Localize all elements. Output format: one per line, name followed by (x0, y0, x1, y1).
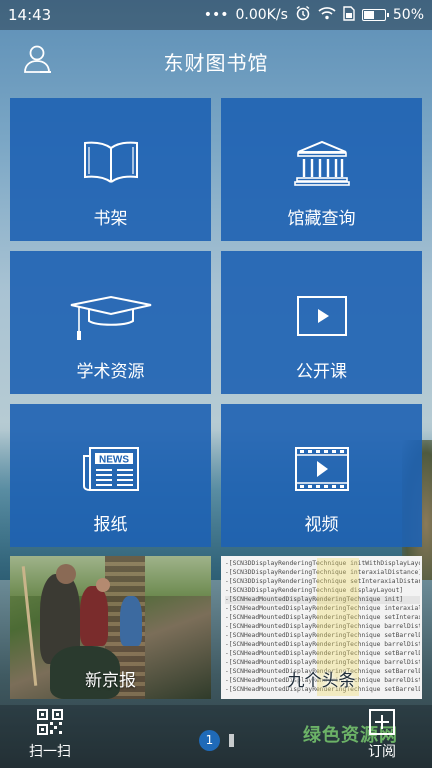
bottom-bar: 扫一扫 1 绿色资源网 订阅 (0, 705, 432, 768)
tile-newspaper-label: 报纸 (93, 515, 128, 535)
tile-video-label: 视频 (304, 515, 339, 535)
page-title: 东财图书馆 (163, 50, 269, 75)
wifi-icon (318, 6, 336, 24)
feature-tile-xinjingbao[interactable]: 新京报 (10, 556, 211, 699)
status-indicators: ••• 0.00K/s 50% (204, 5, 424, 25)
tile-newspaper[interactable]: NEWS 报纸 (10, 404, 211, 547)
qr-code-icon (20, 709, 80, 735)
film-video-icon (294, 446, 350, 496)
battery-icon (361, 9, 389, 21)
tile-video[interactable]: 视频 (221, 404, 422, 547)
status-time: 14:43 (8, 6, 52, 24)
battery-percent: 50% (392, 7, 424, 23)
play-screen-icon (296, 295, 348, 341)
tile-academic-resources-label: 学术资源 (76, 362, 145, 382)
status-bar: 14:43 ••• 0.00K/s 50% (0, 0, 432, 30)
news-icon-text: NEWS (99, 455, 129, 466)
user-profile-icon[interactable] (22, 43, 54, 75)
tile-academic-resources[interactable]: 学术资源 (10, 251, 211, 394)
sim-card-icon (343, 5, 355, 25)
feature-tile-xinjingbao-label: 新京报 (85, 671, 136, 691)
newspaper-icon: NEWS (82, 446, 140, 496)
subscribe-button[interactable]: 订阅 (352, 709, 412, 765)
tile-open-course[interactable]: 公开课 (221, 251, 422, 394)
feature-tile-jiuge-toutiao-label: 九个头条 (287, 671, 356, 691)
tile-collection-search-label: 馆藏查询 (287, 209, 356, 229)
tile-bookshelf-label: 书架 (93, 209, 128, 229)
feature-tile-jiuge-toutiao[interactable]: -[SCN3DDisplayRenderingTechnique initWit… (221, 556, 422, 699)
app-header: 东财图书馆 (0, 30, 432, 92)
open-book-icon (82, 140, 140, 188)
tile-open-course-label: 公开课 (296, 362, 347, 382)
more-dots-icon: ••• (203, 7, 229, 23)
alarm-icon (295, 5, 311, 25)
subscribe-label: 订阅 (368, 744, 396, 760)
library-building-icon (293, 140, 350, 190)
battery-level (363, 11, 374, 19)
tile-collection-search[interactable]: 馆藏查询 (221, 98, 422, 241)
scan-label: 扫一扫 (29, 744, 71, 760)
graduation-cap-icon (69, 295, 153, 345)
add-subscription-icon (352, 709, 412, 735)
page-indicator-current[interactable]: 1 (199, 730, 220, 751)
scan-button[interactable]: 扫一扫 (20, 709, 80, 765)
tile-bookshelf[interactable]: 书架 (10, 98, 211, 241)
net-speed: 0.00K/s (235, 7, 288, 23)
page-indicator-next[interactable] (229, 734, 234, 747)
